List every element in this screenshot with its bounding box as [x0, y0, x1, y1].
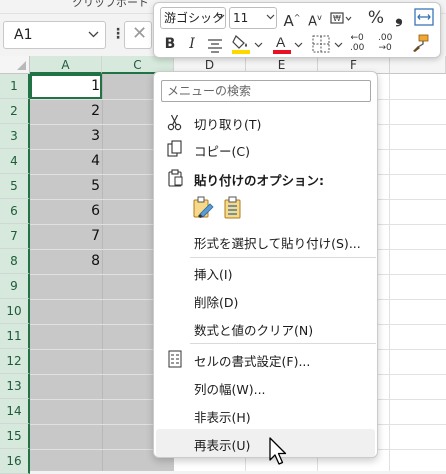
menu-item-paste-options: 貼り付けのオプション: [156, 164, 375, 192]
menu-item-column-width[interactable]: 列の幅(W)... [156, 373, 375, 401]
menu-item-clear-contents[interactable]: 数式と値のクリア(N) [156, 314, 375, 342]
cell-a5[interactable]: 5 [30, 174, 100, 199]
paste-values-button[interactable] [222, 196, 244, 223]
menu-item-copy[interactable]: コピー(C) [156, 135, 375, 163]
align-center-icon[interactable] [206, 37, 224, 56]
menu-item-label: 列の幅(W)... [194, 382, 266, 397]
grow-font-icon: A [283, 12, 294, 30]
scissors-icon [166, 113, 184, 131]
copy-icon [166, 140, 184, 158]
row-header-10[interactable]: 10 [0, 299, 30, 324]
select-all-corner[interactable] [0, 56, 30, 74]
menu-item-label: 再表示(U) [194, 438, 251, 453]
menu-item-hide[interactable]: 非表示(H) [156, 401, 375, 429]
row-header-11[interactable]: 11 [0, 324, 30, 349]
name-box[interactable]: A1 [3, 21, 106, 49]
cancel-icon[interactable]: ✕ [132, 23, 147, 44]
chevron-down-icon[interactable] [294, 40, 303, 52]
clipboard-icon [166, 169, 184, 187]
row-header-8[interactable]: 8 [0, 249, 30, 274]
format-painter-icon[interactable] [410, 33, 430, 56]
ribbon-group-label: クリップボード [72, 0, 149, 9]
chevron-down-icon[interactable] [334, 40, 343, 52]
percent-style-button[interactable]: % [366, 8, 386, 28]
menu-item-paste-special[interactable]: 形式を選択して貼り付け(S)... [156, 227, 375, 255]
column-header-a[interactable]: A [30, 56, 102, 74]
menu-separator [190, 343, 376, 344]
menu-item-cut[interactable]: 切り取り(T) [156, 108, 375, 136]
increase-font-size-button[interactable]: A^ [283, 8, 301, 31]
menu-item-label: 数式と値のクリア(N) [194, 323, 314, 338]
svg-text:₩: ₩ [333, 14, 341, 23]
row-header-12[interactable]: 12 [0, 349, 30, 374]
cell-a2[interactable]: 2 [30, 99, 100, 124]
menu-item-insert[interactable]: 挿入(I) [156, 258, 375, 286]
row-header-15[interactable]: 15 [0, 424, 30, 449]
menu-item-label: 貼り付けのオプション: [194, 173, 324, 188]
font-size-value: 11 [233, 11, 249, 25]
menu-item-label: 非表示(H) [194, 410, 251, 425]
increase-decimal-icon-top: ←0 [350, 33, 364, 43]
accounting-format-icon[interactable]: ₩ [330, 9, 352, 30]
more-options-icon[interactable]: ⋮ [111, 26, 125, 42]
row-header-4[interactable]: 4 [0, 149, 30, 174]
chevron-down-icon[interactable] [254, 40, 263, 52]
borders-icon[interactable] [312, 35, 330, 56]
mouse-cursor-icon [268, 436, 290, 469]
italic-button[interactable]: I [184, 34, 200, 54]
font-color-icon[interactable]: A [272, 33, 292, 58]
selection-gridline [102, 74, 103, 471]
font-name-value: 游ゴシック [164, 11, 225, 25]
increase-decimal-button[interactable]: ←0 .00 [350, 33, 364, 53]
cell-a7[interactable]: 7 [30, 224, 100, 249]
row-header-3[interactable]: 3 [0, 124, 30, 149]
row-header-16[interactable]: 16 [0, 449, 30, 474]
row-header-7[interactable]: 7 [0, 224, 30, 249]
decrease-font-size-button[interactable]: Av [306, 8, 324, 32]
mini-toolbar: 游ゴシック 11 A^ Av ₩ % ❟ B I A ←0 .00 .00 →0 [153, 2, 441, 58]
menu-item-unhide[interactable]: 再表示(U) [156, 429, 375, 457]
row-header-6[interactable]: 6 [0, 199, 30, 224]
bold-button[interactable]: B [162, 34, 178, 54]
shrink-font-icon: A [308, 14, 318, 30]
menu-item-label: コピー(C) [194, 144, 250, 159]
cell-a3[interactable]: 3 [30, 124, 100, 149]
menu-item-label: 切り取り(T) [194, 117, 262, 132]
menu-item-delete[interactable]: 削除(D) [156, 286, 375, 314]
increase-decimal-icon-bottom: .00 [350, 43, 365, 53]
cell-a4[interactable]: 4 [30, 149, 100, 174]
cell-a6[interactable]: 6 [30, 199, 100, 224]
menu-item-label: 削除(D) [194, 295, 239, 310]
decrease-decimal-icon-bottom: →0 [378, 43, 392, 53]
svg-text:A: A [276, 34, 286, 50]
cell-a8[interactable]: 8 [30, 249, 100, 274]
select-all-triangle-icon [17, 61, 26, 70]
format-cells-icon [166, 350, 184, 368]
row-header-9[interactable]: 9 [0, 274, 30, 299]
menu-item-format-cells[interactable]: セルの書式設定(F)... [156, 345, 375, 373]
decrease-decimal-button[interactable]: .00 →0 [378, 33, 392, 53]
chevron-down-icon[interactable] [88, 27, 99, 44]
decrease-decimal-icon-top: .00 [378, 33, 393, 43]
merge-center-icon[interactable] [414, 8, 434, 29]
menu-item-label: 形式を選択して貼り付け(S)... [194, 236, 361, 251]
fill-color-icon[interactable] [231, 33, 251, 58]
gridline [389, 74, 390, 471]
row-header-1[interactable]: 1 [0, 74, 30, 99]
row-header-5[interactable]: 5 [0, 174, 30, 199]
chevron-down-icon[interactable] [266, 12, 275, 24]
cell-a1[interactable]: 1 [30, 74, 100, 99]
menu-search-input[interactable]: メニューの検索 [161, 80, 371, 102]
name-box-value: A1 [14, 27, 33, 43]
row-header-2[interactable]: 2 [0, 99, 30, 124]
chevron-down-icon[interactable] [216, 12, 225, 24]
comma-style-button[interactable]: ❟ [392, 6, 406, 26]
paste-button[interactable] [192, 196, 214, 223]
column-header-g[interactable] [390, 56, 446, 74]
menu-item-label: セルの書式設定(F)... [194, 354, 311, 369]
context-menu: メニューの検索 切り取り(T) コピー(C) 貼り付けのオプション: 形式を選択… [153, 71, 378, 458]
row-header-14[interactable]: 14 [0, 399, 30, 424]
menu-item-label: 挿入(I) [194, 267, 233, 282]
row-header-13[interactable]: 13 [0, 374, 30, 399]
